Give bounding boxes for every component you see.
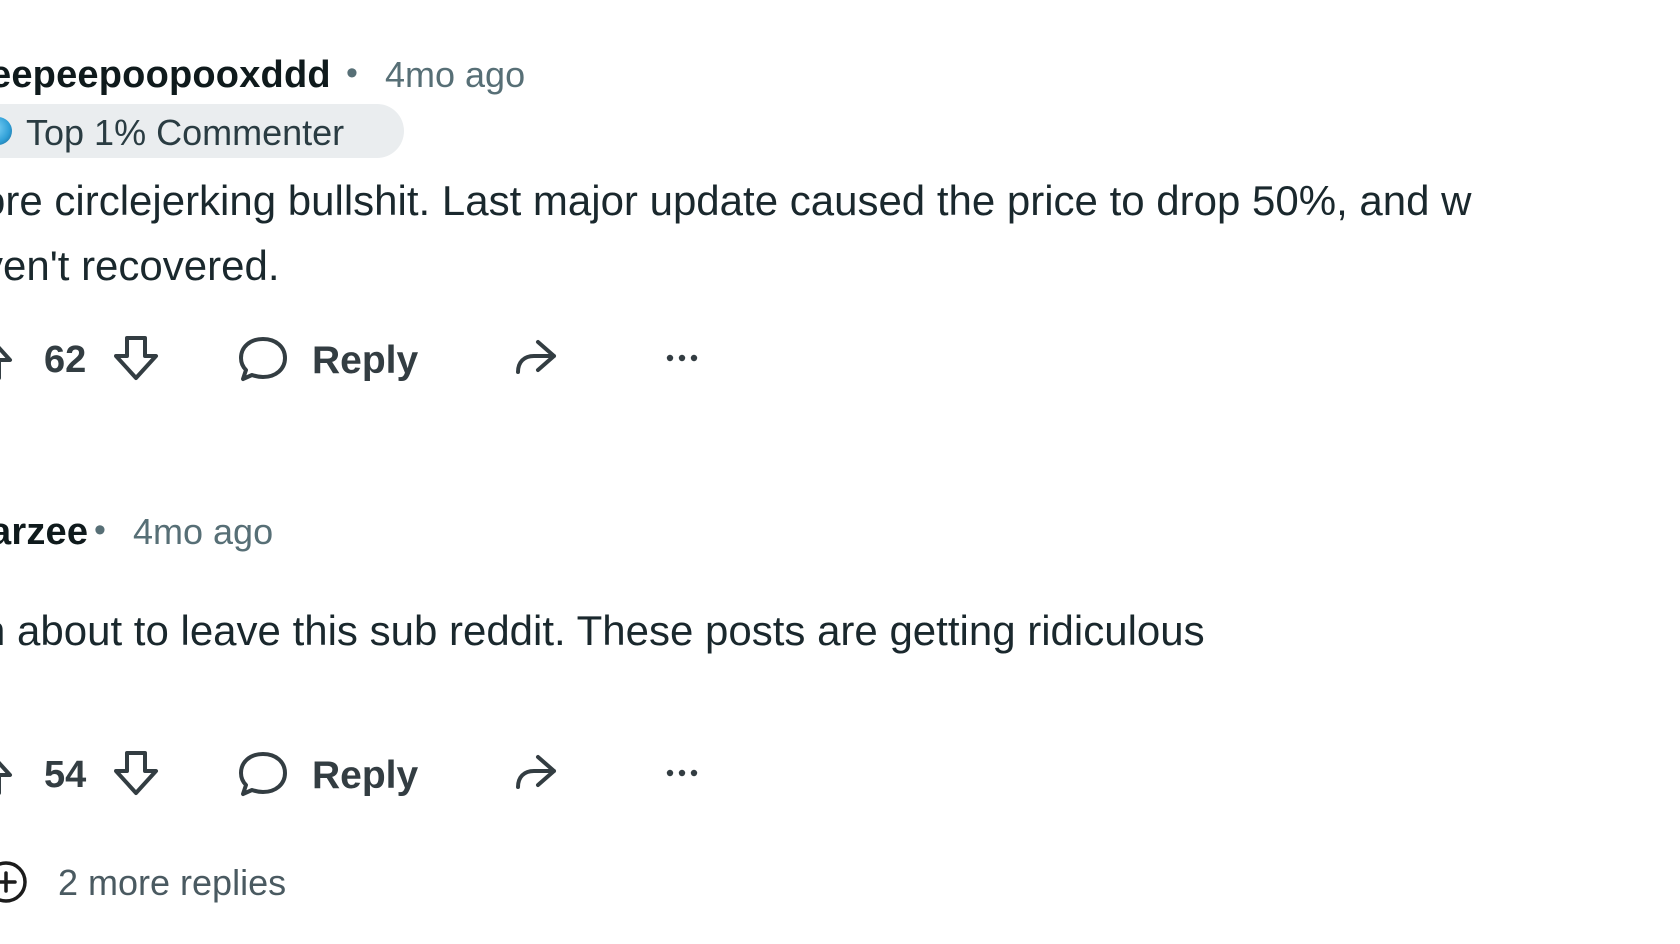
more-options-icon[interactable]	[654, 330, 710, 386]
comment-body: n about to leave this sub reddit. These …	[0, 607, 1205, 654]
comment-thread: eepeepoopooxddd • 4mo ago Top 1% Comment…	[0, 0, 1680, 944]
vote-score: 54	[44, 754, 87, 796]
meta-separator: •	[94, 511, 106, 549]
meta-separator: •	[346, 54, 358, 92]
comment-meta: arzee • 4mo ago	[0, 505, 1680, 553]
commenter-badge-icon	[0, 117, 12, 145]
more-options-icon[interactable]	[654, 745, 710, 801]
downvote-icon[interactable]	[108, 745, 164, 801]
comment-bubble-icon[interactable]	[235, 330, 291, 386]
user-flair: Top 1% Commenter	[0, 104, 404, 158]
comment-meta: eepeepoopooxddd • 4mo ago	[0, 48, 1680, 96]
more-replies-label: 2 more replies	[58, 862, 287, 903]
comment: arzee • 4mo ago n about to leave this su…	[0, 505, 1680, 654]
comment-body: ore circlejerking bullshit. Last major u…	[0, 177, 1472, 289]
reply-button[interactable]: Reply	[312, 339, 418, 383]
comment-author[interactable]: eepeepoopooxddd	[0, 54, 331, 97]
downvote-icon[interactable]	[108, 330, 164, 386]
comment-timestamp[interactable]: 4mo ago	[385, 54, 525, 96]
share-icon[interactable]	[508, 330, 564, 386]
reply-button[interactable]: Reply	[312, 754, 418, 798]
comment-author[interactable]: arzee	[0, 511, 88, 554]
upvote-icon[interactable]	[0, 330, 18, 386]
vote-score: 62	[44, 339, 87, 381]
comment-timestamp[interactable]: 4mo ago	[133, 511, 273, 553]
share-icon[interactable]	[508, 745, 564, 801]
upvote-icon[interactable]	[0, 745, 18, 801]
flair-label: Top 1% Commenter	[26, 112, 345, 153]
plus-circle-icon	[0, 861, 27, 903]
comment: eepeepoopooxddd • 4mo ago Top 1% Comment…	[0, 48, 1680, 382]
comment-bubble-icon[interactable]	[235, 745, 291, 801]
